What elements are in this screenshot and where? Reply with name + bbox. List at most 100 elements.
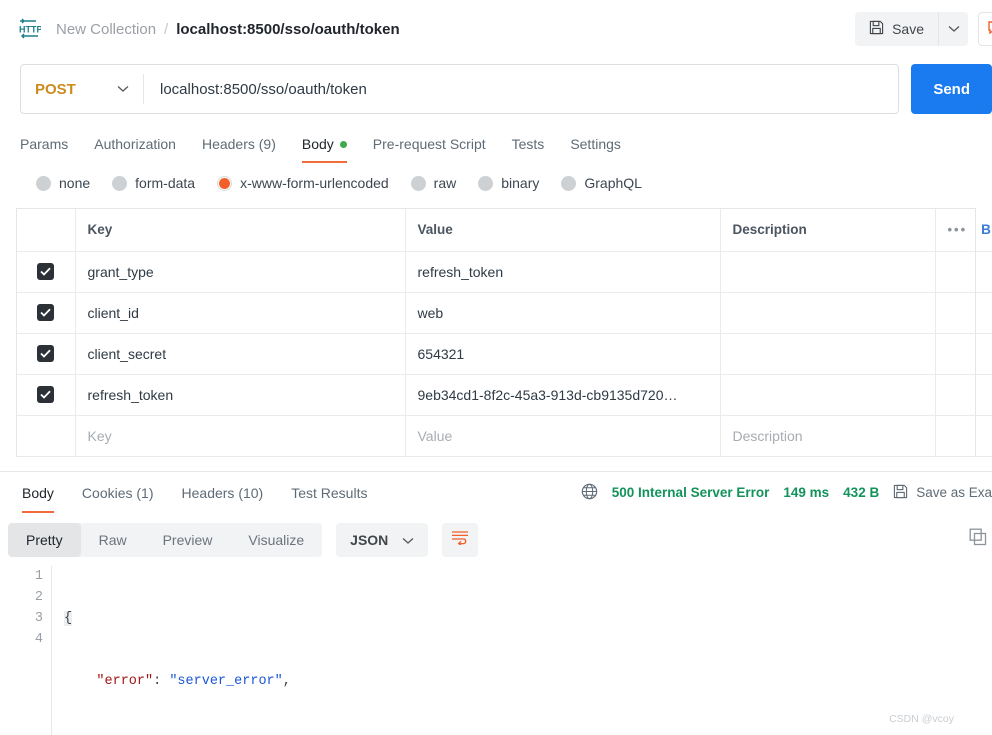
language-select[interactable]: JSON (336, 522, 429, 557)
method-select[interactable]: POST (21, 65, 143, 113)
table-row: client_secret 654321 (17, 333, 992, 375)
url-input-wrapper: POST localhost:8500/sso/oauth/token (20, 64, 900, 114)
url-input[interactable]: localhost:8500/sso/oauth/token (144, 81, 898, 98)
params-table-wrapper: Key Value Description ••• B grant_type r… (16, 208, 992, 457)
table-header-key: Key (75, 209, 406, 252)
tab-settings[interactable]: Settings (570, 125, 621, 163)
tab-label: Body (301, 136, 334, 152)
row-description[interactable] (720, 333, 936, 375)
save-dropdown-button[interactable] (938, 12, 968, 46)
tab-label: Headers (10) (181, 484, 264, 501)
row-checkbox-cell (17, 251, 76, 293)
tab-tests[interactable]: Tests (512, 125, 545, 163)
row-key[interactable]: refresh_token (75, 374, 406, 416)
row-value[interactable]: 9eb34cd1-8f2c-45a3-913d-cb9135d720… (405, 374, 721, 416)
row-key[interactable]: client_id (75, 292, 406, 334)
placeholder-key[interactable]: Key (75, 415, 406, 457)
body-type-graphql[interactable]: GraphQL (561, 175, 642, 191)
breadcrumb-collection[interactable]: New Collection (56, 21, 156, 38)
breadcrumb-separator: / (164, 20, 169, 38)
json-value: "server_error" (169, 673, 283, 689)
save-button-label: Save (892, 21, 924, 37)
params-table: Key Value Description ••• B grant_type r… (17, 209, 992, 457)
code-line: { (64, 608, 453, 629)
tab-label: Tests (511, 136, 545, 152)
response-view-segmented-control: Pretty Raw Preview Visualize (8, 522, 323, 557)
checkbox-checked-icon[interactable] (37, 386, 55, 403)
comment-button[interactable] (978, 12, 992, 46)
body-type-radio-group: none form-data x-www-form-urlencoded raw… (0, 164, 992, 202)
globe-icon[interactable] (581, 483, 598, 503)
row-value[interactable]: 654321 (405, 333, 721, 375)
request-tabs: Params Authorization Headers (9) Body Pr… (0, 124, 992, 164)
response-tabs: Body Cookies (1) Headers (10) Test Resul… (0, 472, 992, 514)
language-label: JSON (350, 531, 389, 548)
placeholder-value[interactable]: Value (405, 415, 721, 457)
tab-headers[interactable]: Headers (9) (202, 125, 276, 163)
word-wrap-icon (451, 529, 469, 550)
line-number: 4 (34, 631, 43, 647)
copy-icon (969, 528, 987, 551)
tab-pre-request-script[interactable]: Pre-request Script (373, 125, 486, 163)
line-number: 2 (34, 589, 43, 605)
row-value[interactable]: refresh_token (405, 251, 721, 293)
row-value[interactable]: web (405, 292, 721, 334)
chevron-down-icon (402, 532, 414, 548)
tab-authorization[interactable]: Authorization (94, 125, 176, 163)
body-type-none[interactable]: none (36, 175, 90, 191)
chevron-down-icon (117, 80, 129, 98)
checkbox-checked-icon[interactable] (37, 263, 55, 280)
checkbox-checked-icon[interactable] (37, 345, 55, 362)
code-line: "error": "server_error", (64, 671, 453, 692)
line-number: 3 (34, 610, 43, 626)
table-row: refresh_token 9eb34cd1-8f2c-45a3-913d-cb… (17, 374, 992, 416)
body-type-raw[interactable]: raw (410, 175, 456, 191)
row-key[interactable]: grant_type (75, 251, 406, 293)
tab-params[interactable]: Params (20, 125, 68, 163)
bulk-edit-link[interactable]: B (981, 222, 991, 237)
response-tab-body[interactable]: Body (8, 473, 68, 513)
copy-button[interactable] (964, 526, 992, 554)
checkbox-checked-icon[interactable] (37, 304, 55, 321)
tab-body[interactable]: Body (301, 125, 347, 163)
response-status-bar: 500 Internal Server Error 149 ms 432 B S… (581, 472, 992, 514)
view-label: Pretty (26, 531, 63, 548)
floppy-disk-icon (893, 484, 908, 502)
view-preview[interactable]: Preview (145, 523, 231, 557)
status-badge: 500 Internal Server Error (611, 485, 770, 500)
view-label: Visualize (248, 531, 305, 548)
response-tab-cookies[interactable]: Cookies (1) (68, 473, 168, 513)
body-type-form-data[interactable]: form-data (112, 175, 195, 191)
row-key[interactable]: client_secret (75, 333, 406, 375)
row-checkbox-cell (17, 374, 76, 416)
tab-label: Settings (570, 136, 621, 152)
code-content[interactable]: { "error": "server_error", "error_descri… (52, 566, 453, 735)
floppy-disk-icon (869, 20, 884, 38)
row-description[interactable] (720, 374, 936, 416)
view-raw[interactable]: Raw (81, 523, 145, 557)
body-modified-dot-icon (339, 140, 347, 148)
ellipsis-icon[interactable]: ••• (948, 222, 968, 237)
tab-label: Authorization (94, 136, 176, 152)
body-type-binary[interactable]: binary (478, 175, 539, 191)
row-description[interactable] (720, 292, 936, 334)
response-tab-headers[interactable]: Headers (10) (168, 473, 278, 513)
row-description[interactable] (720, 251, 936, 293)
body-type-label: x-www-form-urlencoded (240, 175, 389, 191)
chevron-down-icon (948, 20, 960, 38)
placeholder-description[interactable]: Description (720, 415, 936, 457)
send-button[interactable]: Send (911, 64, 992, 114)
view-label: Preview (162, 531, 213, 548)
json-comma: , (282, 673, 291, 689)
view-pretty[interactable]: Pretty (8, 522, 81, 557)
response-tab-test-results[interactable]: Test Results (277, 473, 381, 513)
view-visualize[interactable]: Visualize (230, 523, 322, 557)
save-as-example-button[interactable]: Save as Exa (893, 484, 992, 502)
radio-icon (478, 175, 494, 191)
save-button[interactable]: Save (855, 12, 938, 46)
json-key: "error" (96, 673, 154, 689)
placeholder-actions (935, 415, 992, 457)
body-type-x-www-form-urlencoded[interactable]: x-www-form-urlencoded (217, 175, 389, 191)
table-header-check (17, 209, 76, 252)
word-wrap-button[interactable] (442, 522, 479, 557)
